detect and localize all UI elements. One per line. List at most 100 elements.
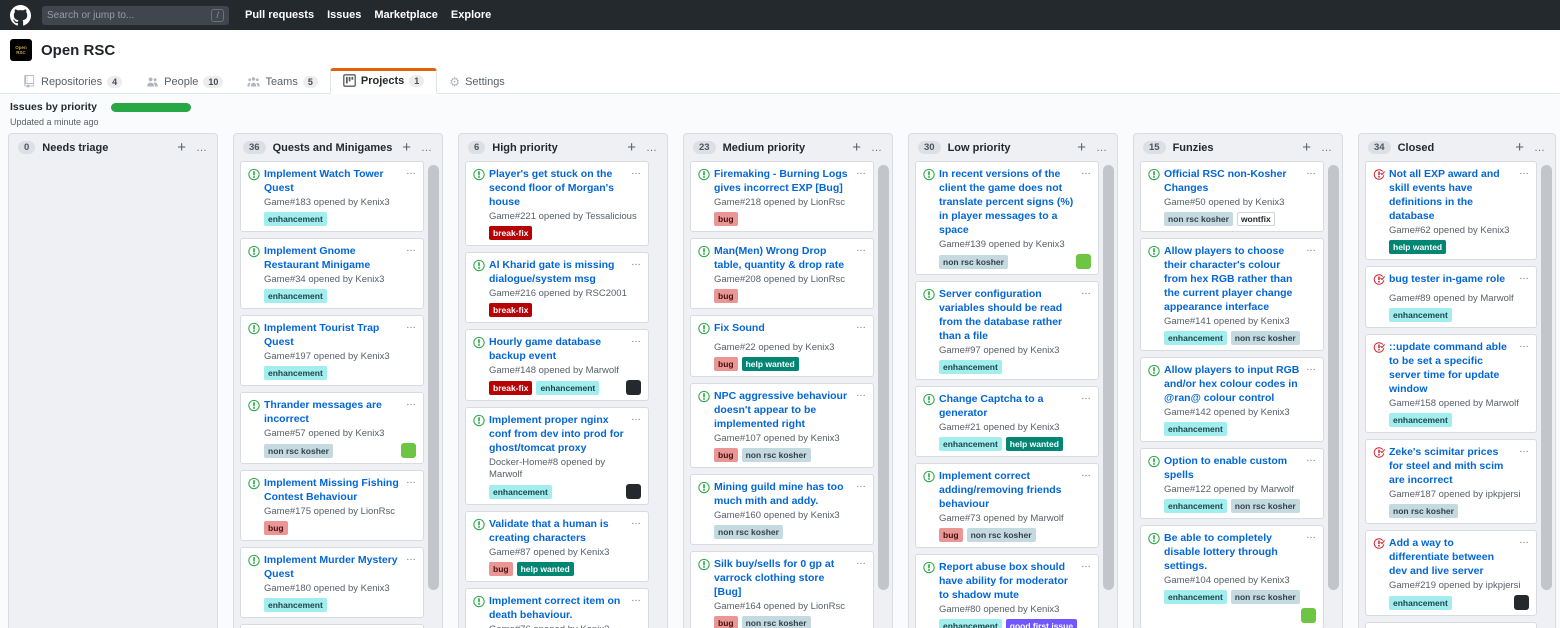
issue-card-title[interactable]: Implement Gnome Restaurant Minigame: [264, 244, 402, 272]
issue-card[interactable]: Validate that a human is creating charac…: [465, 511, 649, 582]
search-input[interactable]: [47, 10, 211, 21]
tab-people[interactable]: People10: [134, 71, 235, 94]
issue-card[interactable]: Implement Tourist Trap Quest…Game#197 op…: [240, 315, 424, 386]
issue-card[interactable]: bug tester in-game role…Game#89 opened b…: [1365, 266, 1537, 328]
card-menu-button[interactable]: …: [1081, 392, 1091, 420]
issue-card[interactable]: Implement correct item on death behaviou…: [465, 588, 649, 628]
issue-card-title[interactable]: Implement correct adding/removing friend…: [939, 469, 1077, 511]
column-menu-button[interactable]: …: [1534, 144, 1546, 152]
issue-card-title[interactable]: Al Kharid gate is missing dialogue/syste…: [489, 258, 627, 286]
column-menu-button[interactable]: …: [871, 144, 883, 152]
issue-card-title[interactable]: Implement Missing Fishing Contest Behavi…: [264, 476, 402, 504]
column-scrollbar[interactable]: [1541, 165, 1552, 590]
issue-card-title[interactable]: Zeke's scimitar prices for steel and mit…: [1389, 445, 1515, 487]
column-menu-button[interactable]: …: [1096, 144, 1108, 152]
card-menu-button[interactable]: …: [1519, 340, 1529, 396]
card-menu-button[interactable]: …: [631, 167, 641, 209]
issue-card-title[interactable]: Implement Murder Mystery Quest: [264, 553, 402, 581]
column-scrollbar[interactable]: [428, 165, 439, 590]
card-menu-button[interactable]: …: [406, 244, 416, 272]
issue-card[interactable]: Implement Watch Tower Quest…Game#183 ope…: [240, 161, 424, 232]
add-card-button[interactable]: +: [1302, 142, 1311, 154]
add-card-button[interactable]: +: [177, 142, 186, 154]
issue-card[interactable]: Official RSC non-Kosher Changes…Game#50 …: [1140, 161, 1324, 232]
nav-link-issues[interactable]: Issues: [327, 9, 361, 21]
nav-link-explore[interactable]: Explore: [451, 9, 491, 21]
issue-card[interactable]: Allow players to choose their character'…: [1140, 238, 1324, 351]
nav-link-pull-requests[interactable]: Pull requests: [245, 9, 314, 21]
card-menu-button[interactable]: …: [406, 553, 416, 581]
column-scrollbar[interactable]: [1103, 165, 1114, 590]
issue-card-title[interactable]: Report abuse box should have ability for…: [939, 560, 1077, 602]
issue-card[interactable]: Be able to completely disable lottery th…: [1140, 525, 1324, 628]
issue-card-title[interactable]: Add a way to differentiate between dev a…: [1389, 536, 1515, 578]
issue-card[interactable]: Option to enable custom spells…Game#122 …: [1140, 448, 1324, 519]
card-menu-button[interactable]: …: [631, 335, 641, 363]
issue-card[interactable]: NPC aggressive behaviour doesn't appear …: [690, 383, 874, 468]
issue-card[interactable]: Implement proper nginx conf from dev int…: [465, 407, 649, 505]
issue-card[interactable]: Zeke's scimitar prices for steel and mit…: [1365, 439, 1537, 524]
issue-card[interactable]: Silk buy/sells for 0 gp at varrock cloth…: [690, 551, 874, 628]
card-menu-button[interactable]: …: [406, 167, 416, 195]
issue-card-title[interactable]: Thrander messages are incorrect: [264, 398, 402, 426]
issue-card[interactable]: Server configuration variables should be…: [915, 281, 1099, 380]
tab-settings[interactable]: ⚙Settings: [437, 71, 517, 94]
card-menu-button[interactable]: …: [856, 389, 866, 431]
issue-card-title[interactable]: Implement Watch Tower Quest: [264, 167, 402, 195]
card-menu-button[interactable]: …: [1306, 454, 1316, 482]
column-menu-button[interactable]: …: [196, 144, 208, 152]
issue-card-title[interactable]: Option to enable custom spells: [1164, 454, 1302, 482]
issue-card-title[interactable]: Official RSC non-Kosher Changes: [1164, 167, 1302, 195]
issue-card-title[interactable]: ::update command able to be set a specif…: [1389, 340, 1515, 396]
column-menu-button[interactable]: …: [421, 144, 433, 152]
issue-card[interactable]: Not all EXP award and skill events have …: [1365, 161, 1537, 260]
card-menu-button[interactable]: …: [856, 480, 866, 508]
add-card-button[interactable]: +: [627, 142, 636, 154]
issue-card-title[interactable]: Server configuration variables should be…: [939, 287, 1077, 343]
column-scrollbar[interactable]: [878, 165, 889, 590]
column-scrollbar[interactable]: [1328, 165, 1339, 590]
add-card-button[interactable]: +: [852, 142, 861, 154]
issue-card[interactable]: Implement Murder Mystery Quest…Game#180 …: [240, 547, 424, 618]
issue-card[interactable]: Al Kharid gate is missing dialogue/syste…: [465, 252, 649, 323]
column-menu-button[interactable]: …: [646, 144, 658, 152]
issue-card-title[interactable]: bug tester in-game role: [1389, 272, 1515, 291]
card-menu-button[interactable]: …: [1519, 272, 1529, 291]
add-card-button[interactable]: +: [1515, 142, 1524, 154]
issue-card[interactable]: Implement Gnome Restaurant Minigame…Game…: [240, 238, 424, 309]
issue-card-title[interactable]: Be able to completely disable lottery th…: [1164, 531, 1302, 573]
issue-card[interactable]: Rats (big and small) drop rat tails almo…: [1365, 622, 1537, 628]
issue-card-title[interactable]: Man(Men) Wrong Drop table, quantity & dr…: [714, 244, 852, 272]
issue-card[interactable]: Thrander messages are incorrect…Game#57 …: [240, 392, 424, 464]
issue-card-title[interactable]: Mining guild mine has too much mith and …: [714, 480, 852, 508]
issue-card[interactable]: Man(Men) Wrong Drop table, quantity & dr…: [690, 238, 874, 309]
card-menu-button[interactable]: …: [1081, 560, 1091, 602]
issue-card-title[interactable]: Silk buy/sells for 0 gp at varrock cloth…: [714, 557, 852, 599]
card-menu-button[interactable]: …: [856, 321, 866, 340]
issue-card-title[interactable]: Implement Tourist Trap Quest: [264, 321, 402, 349]
add-card-button[interactable]: +: [402, 142, 411, 154]
issue-card[interactable]: Hourly game database backup event…Game#1…: [465, 329, 649, 401]
card-menu-button[interactable]: …: [406, 398, 416, 426]
issue-card[interactable]: ::update command able to be set a specif…: [1365, 334, 1537, 433]
issue-card[interactable]: Implement Digsite Quest…Game#181 opened …: [240, 624, 424, 628]
issue-card-title[interactable]: Hourly game database backup event: [489, 335, 627, 363]
card-menu-button[interactable]: …: [406, 321, 416, 349]
card-menu-button[interactable]: …: [1081, 469, 1091, 511]
issue-card[interactable]: Implement correct adding/removing friend…: [915, 463, 1099, 548]
card-menu-button[interactable]: …: [1306, 244, 1316, 314]
issue-card[interactable]: Allow players to input RGB and/or hex co…: [1140, 357, 1324, 442]
nav-link-marketplace[interactable]: Marketplace: [374, 9, 438, 21]
issue-card[interactable]: Firemaking - Burning Logs gives incorrec…: [690, 161, 874, 232]
card-menu-button[interactable]: …: [1519, 536, 1529, 578]
issue-card-title[interactable]: Allow players to input RGB and/or hex co…: [1164, 363, 1302, 405]
issue-card[interactable]: Add a way to differentiate between dev a…: [1365, 530, 1537, 616]
card-menu-button[interactable]: …: [1081, 167, 1091, 237]
tab-projects[interactable]: Projects1: [330, 68, 437, 94]
card-menu-button[interactable]: …: [1519, 167, 1529, 223]
card-menu-button[interactable]: …: [631, 594, 641, 622]
issue-card[interactable]: Player's get stuck on the second floor o…: [465, 161, 649, 246]
card-menu-button[interactable]: …: [631, 517, 641, 545]
issue-card-title[interactable]: NPC aggressive behaviour doesn't appear …: [714, 389, 852, 431]
card-menu-button[interactable]: …: [1306, 531, 1316, 573]
